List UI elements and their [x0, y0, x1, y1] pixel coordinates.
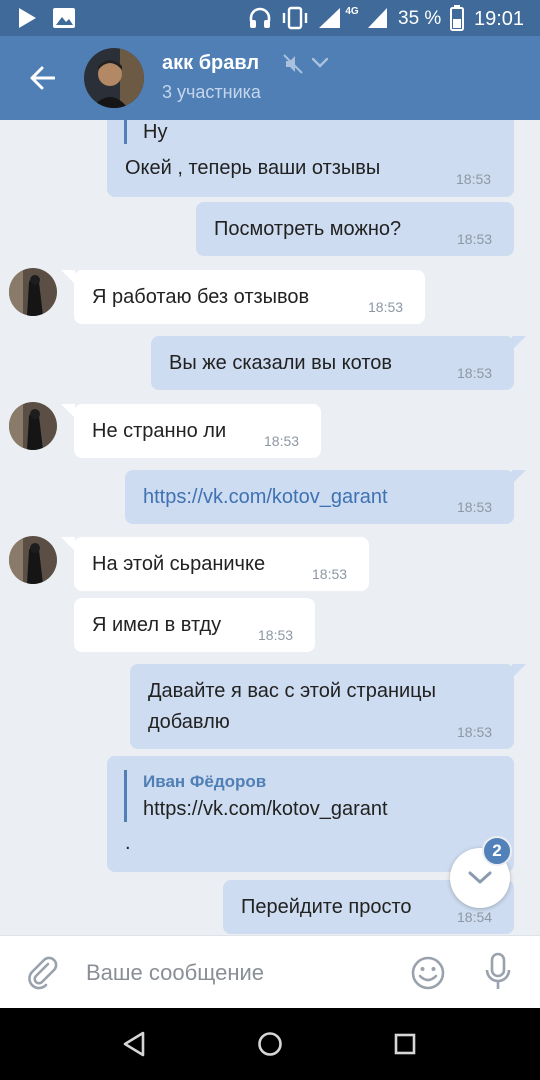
message-time: 18:53: [457, 499, 493, 515]
attach-icon[interactable]: [24, 954, 60, 995]
signal-icon: [316, 0, 342, 36]
bubble-tail: [512, 470, 526, 484]
reply-text: Ну: [143, 121, 168, 143]
chat-avatar[interactable]: [84, 48, 144, 108]
system-navigation-bar: [0, 1008, 540, 1080]
unread-badge: 2: [482, 836, 512, 866]
play-icon: [14, 0, 40, 36]
bubble-tail: [512, 664, 526, 678]
message-bubble-outgoing[interactable]: Иван Фёдоров https://vk.com/kotov_garant…: [107, 756, 514, 872]
message-bubble-outgoing[interactable]: Давайте я вас с этой страницы добавлю 18…: [130, 664, 526, 749]
message-bubble-outgoing[interactable]: Вы же сказали вы котов 18:53: [151, 336, 526, 390]
message-bubble-incoming[interactable]: Не странно ли 18:53: [61, 404, 321, 458]
battery-percent: 35 %: [398, 8, 442, 29]
message-time: 18:54: [457, 909, 493, 925]
headphones-icon: [246, 0, 274, 36]
status-bar: 4G 35 % 19:01: [0, 0, 540, 36]
reply-bar: [124, 120, 127, 144]
bubble-tail: [512, 336, 526, 350]
message-bubble-incoming[interactable]: Я имел в втду 18:53: [74, 598, 315, 652]
message-text-line1: Давайте я вас с этой страницы: [148, 680, 437, 702]
bubble-tail: [61, 537, 75, 551]
message-input[interactable]: Ваше сообщение: [86, 960, 264, 986]
reply-author[interactable]: Иван Фёдоров: [143, 772, 266, 792]
sender-avatar[interactable]: [9, 402, 57, 450]
message-time: 18:53: [368, 299, 404, 315]
sender-avatar[interactable]: [9, 268, 57, 316]
mute-icon: [283, 53, 303, 80]
chevron-down-icon[interactable]: [311, 56, 329, 74]
message-bubble-incoming[interactable]: Я работаю без отзывов 18:53: [61, 270, 425, 324]
chat-header: акк бравл 3 участника: [0, 36, 540, 120]
microphone-icon[interactable]: [482, 952, 514, 997]
message-time: 18:53: [457, 231, 493, 247]
nav-home-icon[interactable]: [254, 1028, 286, 1060]
image-icon: [50, 0, 78, 36]
message-bubble-outgoing[interactable]: Посмотреть можно? 18:53: [196, 202, 514, 256]
vibrate-icon: [280, 0, 310, 36]
reply-text[interactable]: https://vk.com/kotov_garant: [143, 798, 388, 821]
message-time: 18:53: [264, 433, 300, 449]
signal-icon: [364, 0, 390, 36]
message-bubble-outgoing[interactable]: https://vk.com/kotov_garant 18:53: [125, 470, 526, 524]
message-text: Не странно ли: [92, 420, 227, 442]
bubble-tail: [61, 404, 75, 418]
back-button[interactable]: [22, 58, 62, 98]
message-time: 18:53: [312, 566, 348, 582]
message-text: Окей , теперь ваши отзывы: [125, 157, 381, 179]
message-text-line2: добавлю: [148, 711, 230, 733]
sender-avatar[interactable]: [9, 536, 57, 584]
network-type: 4G: [345, 6, 359, 17]
message-text: .: [125, 832, 131, 854]
chat-title[interactable]: акк бравл: [162, 52, 259, 75]
message-text: Перейдите просто: [241, 896, 412, 918]
message-time: 18:53: [258, 627, 294, 643]
composer: Ваше сообщение: [0, 935, 540, 1008]
chat-subtitle: 3 участника: [162, 82, 261, 102]
message-link[interactable]: https://vk.com/kotov_garant: [143, 486, 388, 509]
emoji-icon[interactable]: [410, 955, 446, 996]
battery-icon: [448, 0, 466, 36]
message-time: 18:53: [457, 724, 493, 740]
bubble-tail: [61, 270, 75, 284]
back-arrow-icon: [30, 66, 55, 90]
message-text: Вы же сказали вы котов: [169, 352, 393, 374]
nav-back-icon[interactable]: [118, 1028, 150, 1060]
reply-bar: [124, 770, 127, 822]
message-text: Я работаю без отзывов: [92, 286, 310, 308]
message-text: Я имел в втду: [92, 614, 222, 636]
clock: 19:01: [474, 8, 525, 30]
nav-recents-icon[interactable]: [389, 1028, 421, 1060]
chevron-down-icon: [468, 871, 492, 884]
message-time: 18:53: [456, 171, 492, 187]
message-text: На этой сьраничке: [92, 553, 266, 575]
message-bubble-outgoing[interactable]: Ну Окей , теперь ваши отзывы 18:53: [107, 120, 514, 197]
message-time: 18:53: [457, 365, 493, 381]
message-text: Посмотреть можно?: [214, 218, 402, 240]
message-list[interactable]: Ну Окей , теперь ваши отзывы 18:53 Посмо…: [0, 120, 540, 935]
message-bubble-incoming[interactable]: На этой сьраничке 18:53: [61, 537, 369, 591]
